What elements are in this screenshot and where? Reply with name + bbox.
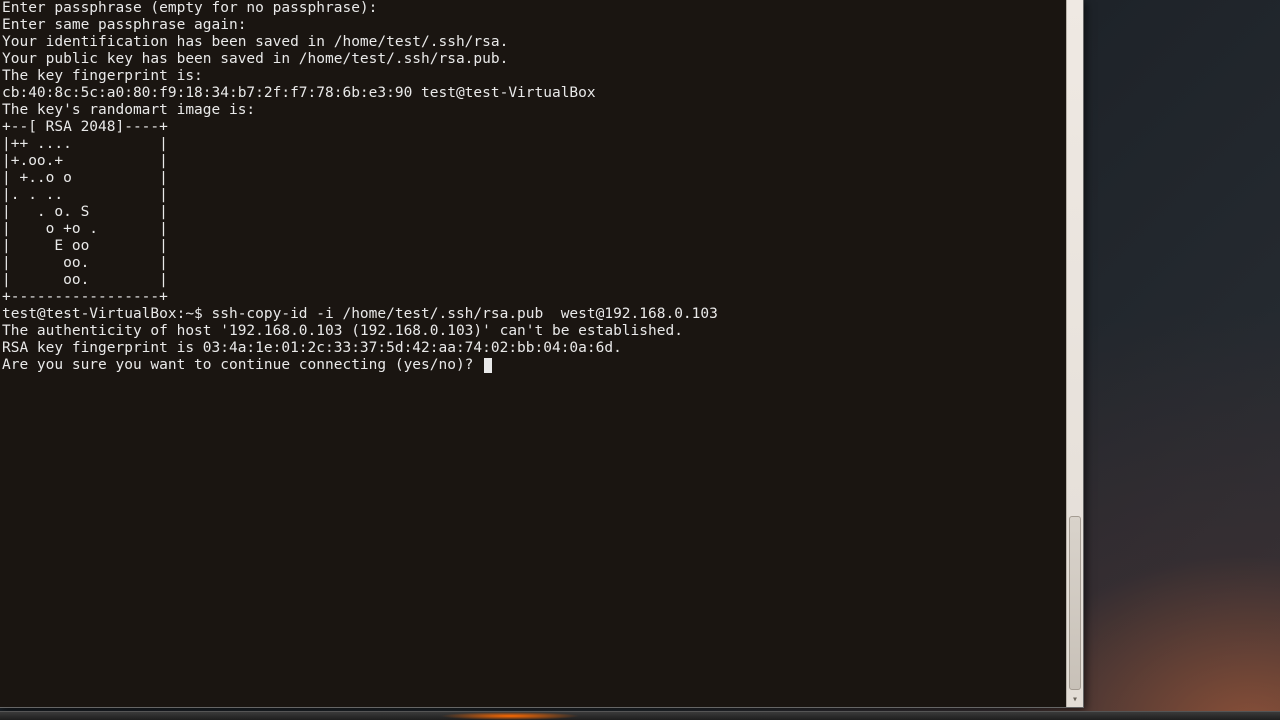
scrollbar-thumb[interactable] bbox=[1069, 516, 1081, 690]
taskbar-active-indicator bbox=[440, 712, 580, 720]
terminal-output[interactable]: Enter passphrase (empty for no passphras… bbox=[0, 0, 1067, 374]
scrollbar-down-button[interactable]: ▾ bbox=[1067, 691, 1083, 707]
terminal-window: Enter passphrase (empty for no passphras… bbox=[0, 0, 1084, 708]
taskbar[interactable] bbox=[0, 711, 1280, 720]
chevron-down-icon: ▾ bbox=[1072, 694, 1078, 705]
desktop-background: Enter passphrase (empty for no passphras… bbox=[0, 0, 1280, 720]
terminal-cursor bbox=[484, 358, 492, 373]
vertical-scrollbar[interactable]: ▾ bbox=[1066, 0, 1083, 707]
terminal-viewport[interactable]: Enter passphrase (empty for no passphras… bbox=[0, 0, 1067, 707]
